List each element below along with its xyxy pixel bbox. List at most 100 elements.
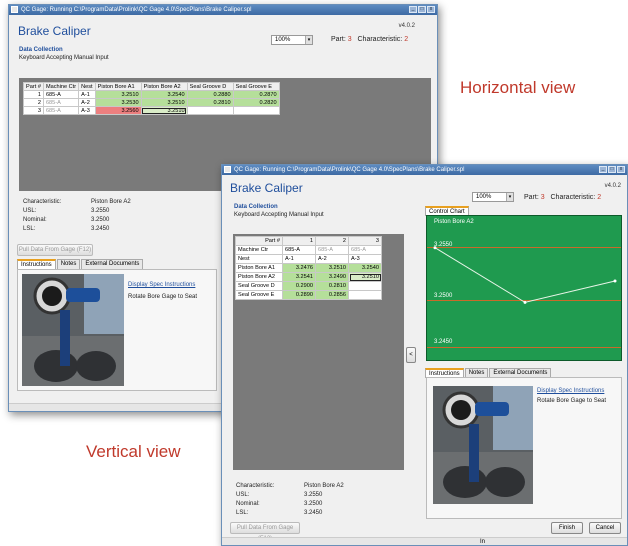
measurement-cell[interactable]: 3.2540	[140, 90, 188, 99]
display-spec-instructions-link[interactable]: Display Spec Instructions	[128, 282, 195, 288]
part-indicator: Part: 3 Characteristic: 2	[331, 36, 408, 43]
active-measurement-cell[interactable]: 3.2510	[140, 106, 188, 115]
tab-notes[interactable]: Notes	[56, 259, 81, 269]
nest-cell: A-1	[78, 90, 96, 99]
minimize-icon[interactable]: _	[599, 166, 607, 173]
characteristic-value: 2	[597, 194, 602, 201]
measurement-cell[interactable]: 3.2510	[94, 90, 142, 99]
measurement-cell[interactable]	[348, 281, 382, 291]
pull-data-button[interactable]: Pull Data From Gage (F12)	[230, 522, 300, 542]
measurement-cell[interactable]: 0.2880	[186, 90, 234, 99]
input-mode-label: Keyboard Accepting Manual Input	[19, 55, 109, 61]
maximize-icon[interactable]: □	[608, 166, 616, 173]
window-title: QC Gage: Running C:\ProgramData\Prolink\…	[234, 167, 465, 173]
characteristic-label: Characteristic:	[550, 194, 596, 201]
measurement-cell[interactable]: 3.2510	[140, 98, 188, 107]
table-row[interactable]: Seal Groove D 0.2900 0.2810	[235, 281, 382, 291]
table-row[interactable]: Machine Ctr 685-A 685-A 685-A	[235, 245, 382, 255]
table-row[interactable]: 3 685-A A-3 3.2560 3.2510	[23, 106, 280, 115]
row-label: Machine Ctr	[235, 245, 283, 255]
window-title: QC Gage: Running C:\ProgramData\Prolink\…	[21, 7, 252, 13]
bore-gage-photo	[433, 386, 533, 504]
lsl-label: LSL:	[236, 510, 249, 516]
nest-cell: A-2	[78, 98, 96, 107]
measurement-cell[interactable]: 3.2560	[94, 106, 142, 115]
measurement-cell[interactable]: 0.2900	[282, 281, 316, 291]
usl-label: USL:	[236, 492, 250, 498]
nominal-label: Nominal:	[236, 501, 260, 507]
title-bar[interactable]: QC Gage: Running C:\ProgramData\Prolink\…	[222, 165, 627, 175]
row-label: Seal Groove D	[235, 281, 283, 291]
table-row[interactable]: Nest A-1 A-2 A-3	[235, 254, 382, 264]
measurement-cell[interactable]: 3.2476	[282, 263, 316, 273]
data-point	[433, 246, 437, 250]
close-icon[interactable]: x	[427, 6, 435, 13]
title-bar[interactable]: QC Gage: Running C:\ProgramData\Prolink\…	[9, 5, 437, 15]
measurement-cell[interactable]: 3.2541	[282, 272, 316, 282]
cancel-button[interactable]: Cancel	[589, 522, 621, 534]
vertical-view-window: QC Gage: Running C:\ProgramData\Prolink\…	[221, 164, 628, 546]
machine-cell: 685-A	[282, 245, 316, 255]
measurement-cell[interactable]: 0.2820	[232, 98, 280, 107]
measurement-cell[interactable]: 3.2530	[94, 98, 142, 107]
part-label: Part:	[524, 194, 539, 201]
active-measurement-cell[interactable]: 3.2510	[348, 272, 382, 282]
part-value: 3	[347, 36, 352, 43]
close-icon[interactable]: x	[617, 166, 625, 173]
measurement-cell[interactable]: 0.2870	[232, 90, 280, 99]
table-row[interactable]: Piston Bore A1 3.2476 3.2510 3.2540	[235, 263, 382, 273]
column-header: 2	[315, 236, 349, 246]
table-row[interactable]: 1 685-A A-1 3.2510 3.2540 0.2880 0.2870	[23, 90, 280, 99]
measurement-cell[interactable]: 3.2540	[348, 263, 382, 273]
table-row[interactable]: 2 685-A A-2 3.2530 3.2510 0.2810 0.2820	[23, 98, 280, 107]
part-number-cell: 3	[23, 106, 44, 115]
machine-cell: 685-A	[315, 245, 349, 255]
table-row[interactable]: Piston Bore A2 3.2541 3.2490 3.2510	[235, 272, 382, 282]
measurement-cell[interactable]: 0.2810	[315, 281, 349, 291]
display-spec-instructions-link[interactable]: Display Spec Instructions	[537, 388, 604, 394]
row-label: Nest	[235, 254, 283, 264]
tab-external-documents[interactable]: External Documents	[81, 259, 144, 269]
measurement-cell[interactable]: 3.2490	[315, 272, 349, 282]
measurement-cell[interactable]: 3.2510	[315, 263, 349, 273]
lsl-label: LSL:	[23, 226, 36, 232]
vertical-data-table[interactable]: Part # 1 2 3 Machine Ctr 685-A 685-A 685…	[235, 236, 382, 300]
chevron-down-icon[interactable]: ▾	[305, 36, 312, 44]
nest-cell: A-3	[78, 106, 96, 115]
minimize-icon[interactable]: _	[409, 6, 417, 13]
column-header: Seal Groove E	[232, 82, 280, 91]
nest-cell: A-3	[348, 254, 382, 264]
usl-label: USL:	[23, 208, 37, 214]
pull-data-button[interactable]: Pull Data From Gage (F12)	[17, 244, 93, 256]
column-header: Machine Ctr	[42, 82, 80, 91]
chart-plot	[433, 246, 617, 304]
collapse-panel-button[interactable]: <	[406, 347, 416, 363]
info-tabs: Instructions Notes External Documents	[17, 259, 144, 269]
instruction-text: Rotate Bore Gage to Seat	[128, 294, 198, 300]
measurement-cell[interactable]	[348, 290, 382, 300]
table-header-row: Part # 1 2 3	[235, 236, 382, 246]
measurement-cell[interactable]	[186, 106, 234, 115]
column-header: 3	[348, 236, 382, 246]
measurement-cell[interactable]: 0.2856	[315, 290, 349, 300]
measurement-cell[interactable]	[232, 106, 280, 115]
column-header: Piston Bore A1	[94, 82, 142, 91]
chevron-down-icon[interactable]: ▾	[506, 193, 513, 201]
version-label: v4.0.2	[398, 23, 415, 29]
spec-characteristic-label: Characteristic:	[23, 199, 62, 205]
measurement-cell[interactable]: 0.2810	[186, 98, 234, 107]
instruction-text: Rotate Bore Gage to Seat	[537, 398, 607, 404]
horizontal-data-table[interactable]: Part # Machine Ctr Nest Piston Bore A1 P…	[23, 82, 280, 115]
usl-value: 3.2550	[304, 492, 323, 498]
finish-button[interactable]: Finish	[551, 522, 583, 534]
data-collection-heading: Data Collection	[19, 47, 63, 53]
table-row[interactable]: Seal Groove E 0.2890 0.2856	[235, 290, 382, 300]
maximize-icon[interactable]: □	[418, 6, 426, 13]
tab-instructions[interactable]: Instructions	[17, 259, 56, 269]
part-indicator: Part: 3 Characteristic: 2	[524, 194, 601, 201]
zoom-select[interactable]: 100% ▾	[271, 35, 313, 45]
lsl-value: 3.2450	[91, 226, 110, 232]
zoom-select[interactable]: 100% ▾	[472, 192, 514, 202]
version-label: v4.0.2	[604, 183, 621, 189]
measurement-cell[interactable]: 0.2890	[282, 290, 316, 300]
